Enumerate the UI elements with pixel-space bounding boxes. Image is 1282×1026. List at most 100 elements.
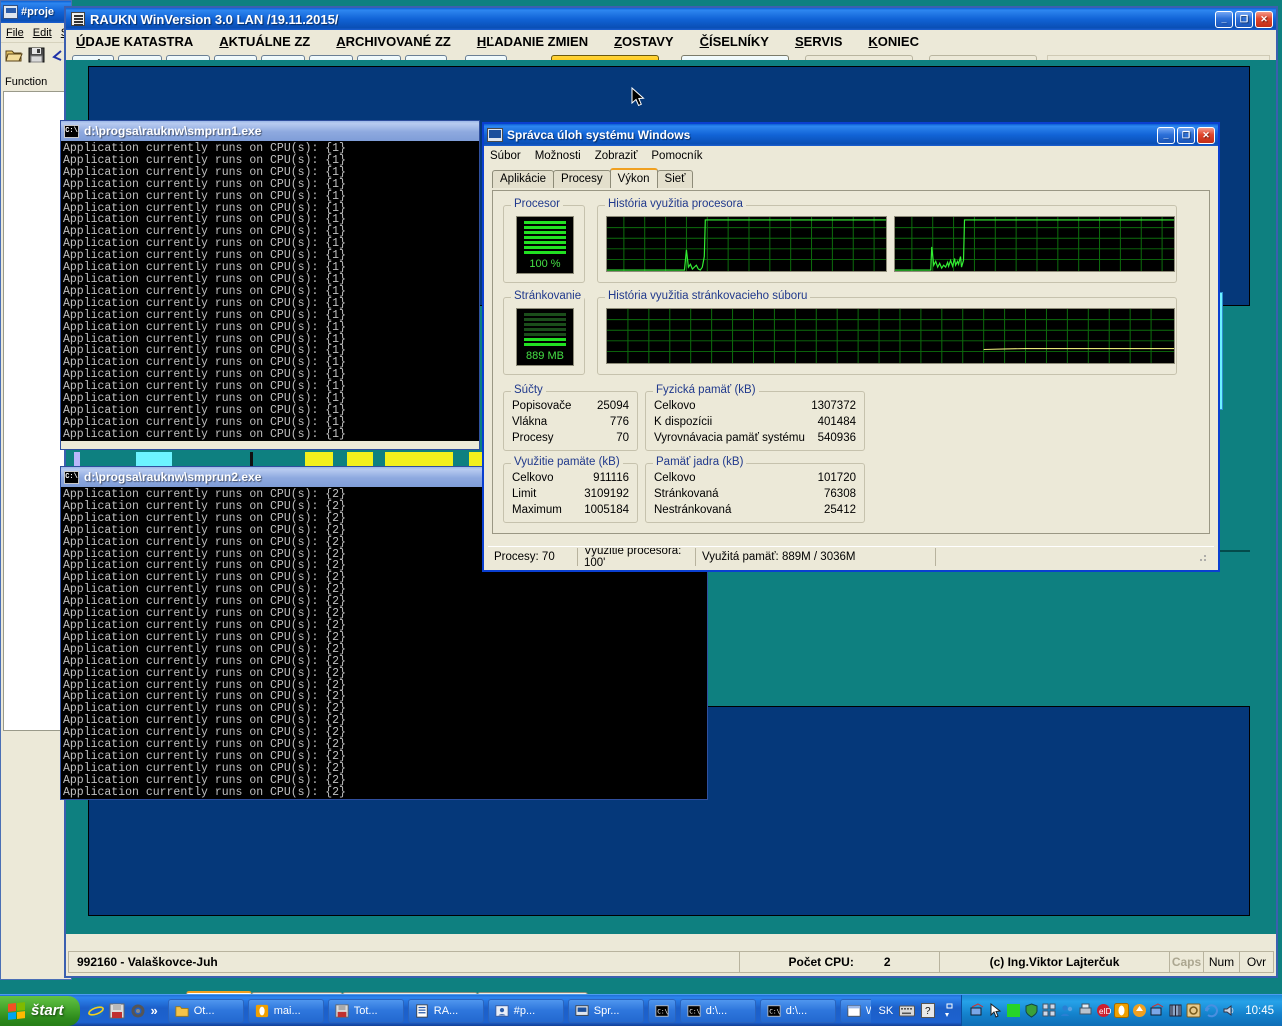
physical-memory-rows: Celkovo1307372 K dispozícii401484 Vyrovn… xyxy=(654,398,856,446)
cursor-icon[interactable] xyxy=(988,1003,1003,1018)
menu-servis[interactable]: SERVIS xyxy=(795,34,842,49)
pagefile-history-graph xyxy=(606,308,1175,364)
menu-ciselniky[interactable]: ČÍSELNÍKY xyxy=(700,34,769,49)
kernel-row: Nestránkovaná25412 xyxy=(654,502,856,518)
taskbar-item-window[interactable]: Wi... xyxy=(840,999,871,1023)
taskmgr-menubar[interactable]: Súbor Možnosti Zobraziť Pomocník xyxy=(484,146,1218,165)
totals-row: Vlákna776 xyxy=(512,414,629,430)
taskbar-clock[interactable]: 10:45 xyxy=(1245,1005,1274,1017)
floppy-save-icon[interactable] xyxy=(28,47,45,63)
folder-open-icon[interactable] xyxy=(5,47,23,63)
update-icon[interactable] xyxy=(1132,1003,1147,1018)
floppy-icon[interactable] xyxy=(109,1003,125,1019)
taskmgr-tabs[interactable]: Aplikácie Procesy Výkon Sieť xyxy=(484,165,1218,188)
shield-icon[interactable] xyxy=(1024,1003,1039,1018)
totals-value: 25094 xyxy=(597,398,629,414)
menu-koniec[interactable]: KONIEC xyxy=(868,34,919,49)
taskmanager-icon xyxy=(575,1004,589,1018)
taskmgr-menu-moznosti[interactable]: Možnosti xyxy=(535,150,581,162)
mouse-cursor xyxy=(632,88,646,108)
start-button[interactable]: štart xyxy=(0,996,80,1026)
opera-icon[interactable] xyxy=(1114,1003,1129,1018)
people-icon[interactable] xyxy=(1060,1003,1075,1018)
green-square-icon[interactable] xyxy=(1006,1003,1021,1018)
language-bar[interactable]: SK ? xyxy=(871,1002,962,1020)
taskbar-items[interactable]: Ot... mai... Tot... RA... #p... Spr... xyxy=(162,999,871,1023)
raukn-menubar[interactable]: ÚÚDAJE KATASTRADAJE KATASTRA AKTUÁLNE ZZ… xyxy=(66,30,1276,52)
tab-siet[interactable]: Sieť xyxy=(657,170,694,188)
cpu-usage-group: Procesor 100 % xyxy=(503,205,585,283)
eid-icon[interactable]: eID xyxy=(1096,1003,1111,1018)
taskmgr-menu-subor[interactable]: Súbor xyxy=(490,150,521,162)
physical-memory-legend: Fyzická pamäť (kB) xyxy=(653,384,759,396)
help-icon[interactable]: ? xyxy=(921,1003,935,1018)
grid-icon[interactable] xyxy=(1042,1003,1057,1018)
svg-text:eID: eID xyxy=(1099,1007,1111,1016)
audio-icon[interactable] xyxy=(1222,1003,1237,1018)
taskbar-item-raukn[interactable]: RA... xyxy=(408,999,484,1023)
safe-icon[interactable] xyxy=(1186,1003,1201,1018)
expand-icon[interactable] xyxy=(941,1002,953,1020)
minimize-icon[interactable]: _ xyxy=(1215,11,1233,28)
chip-icon[interactable] xyxy=(1168,1003,1183,1018)
undo-arrow-icon[interactable] xyxy=(50,48,64,62)
maximize-icon[interactable]: ❐ xyxy=(1177,127,1195,144)
taskbar-item-console1[interactable]: C:\ d:\... xyxy=(680,999,756,1023)
resize-grip-icon[interactable] xyxy=(1196,551,1208,563)
taskbar-item-console0[interactable]: C:\ xyxy=(648,999,676,1023)
taskmgr-window-controls[interactable]: _ ❐ ✕ xyxy=(1157,127,1218,144)
printer-icon[interactable] xyxy=(1078,1003,1093,1018)
gear-icon[interactable] xyxy=(130,1003,146,1019)
network-icon[interactable] xyxy=(970,1003,985,1018)
taskbar-item-ide[interactable]: #p... xyxy=(488,999,564,1023)
menu-udaje-katastra[interactable]: ÚÚDAJE KATASTRADAJE KATASTRA xyxy=(76,34,193,49)
taskbar-item-folder[interactable]: Ot... xyxy=(168,999,244,1023)
ide-toolbar[interactable] xyxy=(1,43,71,67)
physical-value: 401484 xyxy=(818,414,856,430)
ide-titlebar[interactable]: #proje xyxy=(1,1,71,23)
taskmgr-status-filler xyxy=(936,548,1214,566)
raukn-window-controls[interactable]: _ ❐ ✕ xyxy=(1215,11,1276,28)
taskbar-item-taskmanager[interactable]: Spr... xyxy=(568,999,644,1023)
console1-titlebar[interactable]: C:\ d:\progsa\rauknw\smprun1.exe xyxy=(61,121,479,141)
chevron-double-right-icon[interactable]: » xyxy=(151,1003,158,1018)
ide-menubar[interactable]: File Edit S xyxy=(1,23,71,43)
taskmgr-menu-zobrazit[interactable]: Zobraziť xyxy=(595,150,638,162)
taskmgr-titlebar[interactable]: Správca úloh systému Windows _ ❐ ✕ xyxy=(484,124,1218,146)
ide-menu-edit[interactable]: Edit xyxy=(33,27,52,39)
menu-hladanie-zmien[interactable]: HĽADANIE ZMIEN xyxy=(477,34,588,49)
taskbar-item-label: Spr... xyxy=(594,1005,620,1017)
menu-aktualne-zz[interactable]: AKTUÁLNE ZZ xyxy=(219,34,310,49)
tab-vykon[interactable]: Výkon xyxy=(610,168,658,188)
quick-launch-bar[interactable]: » xyxy=(80,995,162,1026)
tab-procesy[interactable]: Procesy xyxy=(553,170,611,188)
menu-archivovane-zz[interactable]: ARCHIVOVANÉ ZZ xyxy=(336,34,451,49)
cpu-history-graph-0 xyxy=(606,216,887,272)
language-indicator[interactable]: SK xyxy=(879,1005,894,1017)
ide-menu-file[interactable]: File xyxy=(6,27,24,39)
sync-icon[interactable] xyxy=(1204,1003,1219,1018)
close-icon[interactable]: ✕ xyxy=(1197,127,1215,144)
windows-taskbar[interactable]: štart » Ot... xyxy=(0,994,1282,1026)
floppy-icon xyxy=(335,1004,349,1018)
taskbar-item-mail[interactable]: mai... xyxy=(248,999,324,1023)
minimize-icon[interactable]: _ xyxy=(1157,127,1175,144)
internet-explorer-icon[interactable] xyxy=(88,1003,104,1019)
taskbar-item-totalcmd[interactable]: Tot... xyxy=(328,999,404,1023)
status-cpu-count-value: 2 xyxy=(884,955,891,969)
close-icon[interactable]: ✕ xyxy=(1255,11,1273,28)
task-manager-window[interactable]: Správca úloh systému Windows _ ❐ ✕ Súbor… xyxy=(482,122,1220,572)
tab-aplikacie[interactable]: Aplikácie xyxy=(492,170,554,188)
commit-charge-legend: Využitie pamäte (kB) xyxy=(511,456,623,468)
keyboard-icon[interactable] xyxy=(899,1004,915,1018)
taskmgr-menu-pomocnik[interactable]: Pomocník xyxy=(651,150,702,162)
taskbar-item-console2[interactable]: C:\ d:\... xyxy=(760,999,836,1023)
maximize-icon[interactable]: ❐ xyxy=(1235,11,1253,28)
taskbar-item-label: Ot... xyxy=(194,1005,215,1017)
console-window-smprun1[interactable]: C:\ d:\progsa\rauknw\smprun1.exe Applica… xyxy=(60,120,480,450)
network2-icon[interactable] xyxy=(1150,1003,1165,1018)
menu-zostavy[interactable]: ZOSTAVY xyxy=(614,34,673,49)
system-tray[interactable]: eID 10:45 xyxy=(961,995,1282,1026)
raukn-titlebar[interactable]: RAUKN WinVersion 3.0 LAN /19.11.2015/ _ … xyxy=(66,8,1276,30)
ide-icon xyxy=(495,1004,509,1018)
